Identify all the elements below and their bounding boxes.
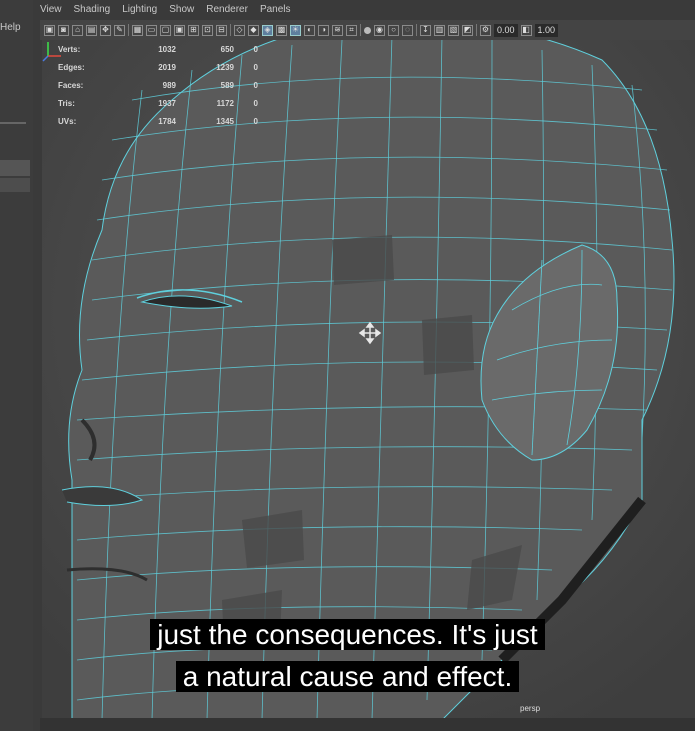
gamma-field[interactable]: 1.00 [534, 23, 559, 37]
panel-tab[interactable] [0, 178, 30, 192]
hud-value: 1032 [158, 44, 176, 54]
safe-title-icon[interactable]: ⊟ [216, 24, 227, 36]
axis-gizmo-icon [42, 42, 61, 62]
hud-label: Edges: [58, 62, 85, 72]
toolbar-separator [416, 24, 417, 36]
hud-value: 0 [253, 116, 258, 126]
camera-attributes-icon[interactable]: ◙ [58, 24, 69, 36]
hud-value: 1937 [158, 98, 176, 108]
gamma-icon[interactable]: ▧ [448, 24, 459, 36]
motion-blur-icon[interactable]: ≋ [332, 24, 343, 36]
backface-culling-icon[interactable]: ↧ [420, 24, 431, 36]
anti-aliasing-icon[interactable]: ⌗ [346, 24, 357, 36]
camera-name: persp [520, 704, 541, 713]
viewport-toolbar: ▣ ◙ ⌂ ▤ ✥ ✎ ▦ ▭ ▢ ▣ ⊞ ⊡ ⊟ ◇ ◆ ◈ ▩ ☀ ◐ ◑ … [40, 20, 695, 40]
hud-row: Verts: 1032 650 0 [58, 40, 258, 58]
viewport-menubar: View Shading Lighting Show Renderer Pane… [40, 4, 291, 20]
poly-count-hud: Verts: 1032 650 0 Edges: 2019 1239 0 Fac… [58, 40, 258, 130]
toolbar-separator [128, 24, 129, 36]
ambient-occlusion-icon[interactable]: ◑ [318, 24, 329, 36]
film-gate-icon[interactable]: ▭ [146, 24, 157, 36]
video-subtitle: just the consequences. It's just a natur… [0, 614, 695, 698]
xray-joints-icon[interactable]: ◌ [402, 24, 413, 36]
hud-value: 0 [253, 44, 258, 54]
panel-divider [0, 122, 26, 124]
panel-tab[interactable] [0, 160, 30, 176]
bookmark-icon[interactable]: ⌂ [72, 24, 83, 36]
field-chart-icon[interactable]: ⊞ [188, 24, 199, 36]
toolbar-separator [360, 24, 361, 36]
2d-pan-icon[interactable]: ✥ [100, 24, 111, 36]
exposure-settings-icon[interactable]: ⚙ [480, 24, 491, 36]
hud-value: 989 [162, 80, 176, 90]
hud-value: 1172 [216, 98, 234, 108]
exposure-field[interactable]: 0.00 [494, 23, 518, 37]
image-plane-icon[interactable]: ▤ [86, 24, 97, 36]
help-menu[interactable]: Help [0, 22, 21, 33]
hud-value: 0 [253, 62, 258, 72]
hud-value: 2019 [158, 62, 176, 72]
hud-value: 1784 [158, 116, 176, 126]
wireframe-icon[interactable]: ◇ [234, 24, 245, 36]
toolbar-separator [230, 24, 231, 36]
hud-value: 0 [253, 98, 258, 108]
hud-row: Faces: 989 589 0 [58, 76, 258, 94]
wireframe-on-shaded-icon[interactable]: ◈ [262, 24, 273, 36]
hud-label: Verts: [58, 44, 81, 54]
menu-shading[interactable]: Shading [74, 4, 111, 20]
shadows-icon[interactable]: ◐ [304, 24, 315, 36]
resolution-gate-icon[interactable]: ▢ [160, 24, 171, 36]
hud-value: 1239 [216, 62, 234, 72]
smooth-shade-icon[interactable]: ◆ [248, 24, 259, 36]
hud-label: Tris: [58, 98, 75, 108]
xray-icon[interactable]: ○ [388, 24, 399, 36]
hud-row: Edges: 2019 1239 0 [58, 58, 258, 76]
gate-mask-icon[interactable]: ▣ [174, 24, 185, 36]
safe-action-icon[interactable]: ⊡ [202, 24, 213, 36]
toolbar-separator [476, 24, 477, 36]
hud-value: 0 [253, 80, 258, 90]
grid-icon[interactable]: ▦ [132, 24, 143, 36]
menu-lighting[interactable]: Lighting [122, 4, 157, 20]
hud-row: UVs: 1784 1345 0 [58, 112, 258, 130]
menu-renderer[interactable]: Renderer [206, 4, 248, 20]
viewport-bottom-bar [40, 718, 695, 731]
menu-panels[interactable]: Panels [260, 4, 291, 20]
select-camera-icon[interactable]: ▣ [44, 24, 55, 36]
grease-pencil-icon[interactable]: ✎ [114, 24, 125, 36]
depth-of-field-icon[interactable] [364, 26, 371, 34]
subtitle-line-1: just the consequences. It's just [150, 619, 545, 650]
isolate-select-icon[interactable]: ◉ [374, 24, 385, 36]
menu-show[interactable]: Show [169, 4, 194, 20]
use-all-lights-icon[interactable]: ☀ [290, 24, 301, 36]
subtitle-line-2: a natural cause and effect. [175, 661, 520, 692]
hud-row: Tris: 1937 1172 0 [58, 94, 258, 112]
gamma-settings-icon[interactable]: ◧ [520, 24, 532, 36]
hud-label: Faces: [58, 80, 84, 90]
textured-icon[interactable]: ▩ [276, 24, 287, 36]
menu-view[interactable]: View [40, 4, 62, 20]
hud-value: 1345 [216, 116, 234, 126]
exposure-icon[interactable]: ▥ [434, 24, 445, 36]
hud-value: 650 [220, 44, 234, 54]
hud-label: UVs: [58, 116, 77, 126]
hud-value: 589 [220, 80, 234, 90]
color-management-icon[interactable]: ◩ [462, 24, 473, 36]
